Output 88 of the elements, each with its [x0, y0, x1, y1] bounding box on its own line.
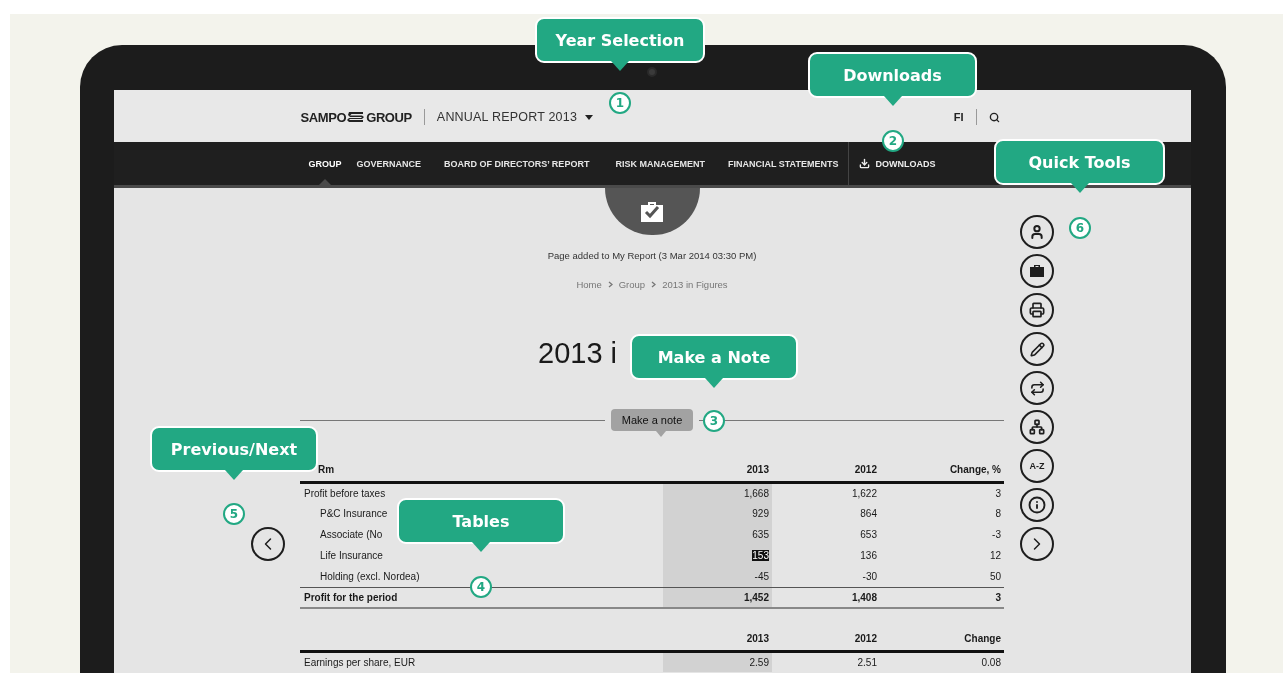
- search-button[interactable]: [988, 111, 1000, 123]
- language-link[interactable]: FI: [953, 111, 964, 123]
- notice-text: Page added to My Report (3 Mar 2014 03:30 PM): [547, 249, 757, 263]
- table-cell: -3: [992, 529, 1001, 540]
- briefcase-icon: [1029, 264, 1045, 278]
- quick-tool-button[interactable]: [1020, 371, 1054, 405]
- column-header: 2012: [854, 463, 877, 475]
- row-label: Profit before taxes: [304, 487, 386, 499]
- table-cell: 635: [752, 529, 769, 540]
- quick-tool-button[interactable]: [1020, 293, 1054, 327]
- table-cell: 2.51: [857, 656, 877, 668]
- quick-tool-button[interactable]: A-Z: [1020, 449, 1054, 483]
- pencil-icon: [1029, 341, 1045, 357]
- table-cell: 3: [995, 487, 1001, 499]
- breadcrumb-link[interactable]: Group: [618, 278, 646, 290]
- callout: Make a Note: [630, 334, 798, 380]
- callout-tail: [611, 61, 629, 72]
- quick-tool-button[interactable]: [1020, 527, 1054, 561]
- row-label: Holding (excl. Nordea): [320, 570, 420, 582]
- callout: Tables: [397, 498, 565, 544]
- caret-icon: [585, 114, 594, 120]
- row-label: Life Insurance: [320, 550, 383, 561]
- callout-tail: [705, 378, 723, 389]
- download-icon: [859, 158, 871, 169]
- callout-tail: [472, 542, 490, 553]
- table-cell: 0.08: [981, 656, 1001, 668]
- callout-tail: [1070, 183, 1089, 194]
- column-header: Rm: [317, 463, 335, 475]
- column-header: Change: [964, 632, 1001, 644]
- table-cell: -30: [862, 570, 877, 582]
- table-cell: 3: [995, 591, 1001, 603]
- table-cell: 1,408: [851, 591, 877, 603]
- brand-name: SAMPO: [300, 109, 347, 125]
- page-title: 2013 i: [537, 336, 617, 371]
- logo-icon: [346, 111, 367, 123]
- column-header: Change, %: [949, 463, 1001, 475]
- tooltip-tail: [655, 431, 666, 437]
- info-icon: [1028, 496, 1046, 514]
- callout: Downloads: [808, 52, 977, 98]
- table-cell: 12: [989, 550, 1001, 561]
- callout-tail: [883, 96, 902, 107]
- breadcrumb-link[interactable]: 2013 in Figures: [662, 278, 728, 290]
- table-cell: 1,668: [743, 487, 769, 499]
- quick-tool-button[interactable]: [1020, 332, 1054, 366]
- print-icon: [1029, 302, 1045, 318]
- callout: Year Selection: [535, 17, 705, 63]
- quick-tool-button[interactable]: [1020, 410, 1054, 444]
- table-cell: 653: [860, 529, 877, 540]
- table-cell: 8: [995, 508, 1001, 519]
- table-cell: 50: [989, 570, 1001, 582]
- column-header: 2012: [854, 632, 877, 644]
- report-selector[interactable]: ANNUAL REPORT 2013: [436, 110, 594, 124]
- callout-tail: [225, 470, 243, 481]
- table-cell: 136: [860, 550, 877, 561]
- column-header: 2013: [746, 632, 769, 644]
- callout: Quick Tools: [994, 139, 1165, 185]
- quick-tool-button[interactable]: [1020, 254, 1054, 288]
- person-icon: [1029, 224, 1045, 240]
- search-icon: [988, 111, 1000, 123]
- table-cell: 1,622: [851, 487, 877, 499]
- nav-tab[interactable]: GOVERNANCE: [350, 142, 428, 185]
- previous-button[interactable]: [251, 527, 285, 561]
- briefcase-check-icon: [639, 200, 665, 223]
- row-label: Profit for the period: [304, 591, 398, 603]
- hierarchy-icon: [1029, 419, 1045, 435]
- nav-tab[interactable]: BOARD OF DIRECTORS’ REPORT: [438, 142, 596, 185]
- nav-tab[interactable]: FINANCIAL STATEMENTS: [721, 142, 845, 185]
- row-label: Associate (No: [320, 529, 383, 540]
- table-cell: 929: [752, 508, 769, 519]
- camera-dot: [647, 67, 657, 77]
- quick-tool-button[interactable]: [1020, 488, 1054, 522]
- brand-name: GROUP: [366, 109, 412, 125]
- chevron-right-icon: [651, 280, 657, 288]
- table-cell: -45: [754, 570, 769, 582]
- column-header: 2013: [746, 463, 769, 475]
- loop-arrows-icon: [1029, 380, 1045, 396]
- table-cell: 1,452: [743, 591, 769, 603]
- table-cell: 153: [752, 550, 769, 561]
- chevron-right-icon: [607, 280, 613, 288]
- nav-tab[interactable]: GROUP: [302, 142, 348, 185]
- table-cell: 864: [860, 508, 877, 519]
- quick-tool-button[interactable]: [1020, 215, 1054, 249]
- row-label: Earnings per share, EUR: [304, 656, 416, 668]
- nav-tab[interactable]: RISK MANAGEMENT: [609, 142, 711, 185]
- breadcrumb-link[interactable]: Home: [576, 278, 602, 290]
- table-cell: 2.59: [749, 656, 769, 668]
- callout: Previous/Next: [150, 426, 318, 472]
- row-label: P&C Insurance: [320, 508, 388, 519]
